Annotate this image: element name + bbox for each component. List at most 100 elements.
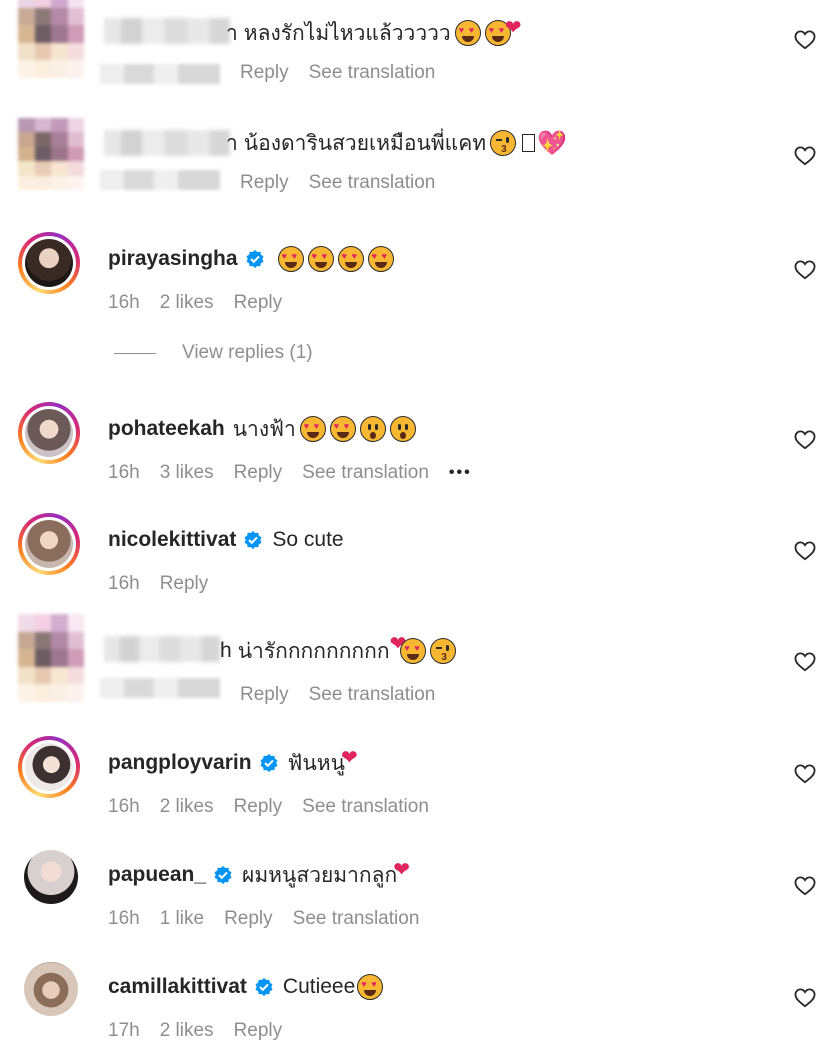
heart-eyes-emoji-icon: ♥ ♥ xyxy=(367,246,394,272)
comment-text: นางฟ้า xyxy=(232,417,296,441)
heart-outline-icon[interactable] xyxy=(794,260,816,280)
heart-outline-icon[interactable] xyxy=(794,541,816,561)
username-link[interactable]: camillakittivat xyxy=(108,975,247,999)
see-translation-link[interactable]: See translation xyxy=(293,908,420,930)
username-link[interactable]: pirayasingha xyxy=(108,247,238,271)
kiss-emoji-icon: 3 xyxy=(430,638,457,664)
reply-button[interactable]: Reply xyxy=(234,292,283,314)
comment-text-line: pangployvarin ฟันหนู ❤ xyxy=(108,746,358,778)
heart-outline-icon[interactable] xyxy=(794,146,816,166)
comment-text-line: h น่ารักกกกกกกกก ❤ ♥ ♥ 3 xyxy=(220,633,457,666)
comment-item: papuean_ ผมหนูสวยมากลูก ❤ 16h 1 like Rep… xyxy=(0,848,820,948)
heart-outline-icon[interactable] xyxy=(794,652,816,672)
heart-outline-icon[interactable] xyxy=(794,30,816,50)
comment-text: ฟันหนู xyxy=(287,751,345,775)
hushed-face-emoji-icon xyxy=(389,416,416,442)
likes-count[interactable]: 2 likes xyxy=(160,292,214,314)
reply-button[interactable]: Reply xyxy=(160,573,209,595)
see-translation-link[interactable]: See translation xyxy=(302,796,429,818)
see-translation-link[interactable]: See translation xyxy=(309,684,436,706)
likes-count[interactable]: 2 likes xyxy=(160,1020,214,1042)
comment-text: น้องดารินสวยเหมือนพี่แคท xyxy=(243,131,487,155)
username-suffix: า xyxy=(226,131,238,155)
reply-button[interactable]: Reply xyxy=(240,62,289,84)
username-link[interactable]: pangployvarin xyxy=(108,751,252,775)
comment-actions: 16h 2 likes Reply xyxy=(108,290,302,316)
comment-item: า น้องดารินสวยเหมือนพี่แคท 3 💖 Reply See… xyxy=(0,118,820,218)
avatar[interactable] xyxy=(24,850,78,904)
timestamp[interactable]: 16h xyxy=(108,908,140,930)
see-translation-link[interactable]: See translation xyxy=(309,62,436,84)
avatar[interactable] xyxy=(18,736,80,798)
reply-button[interactable]: Reply xyxy=(234,462,283,484)
divider-line xyxy=(114,352,156,354)
username-suffix: า xyxy=(226,21,238,45)
username-link[interactable]: papuean_ xyxy=(108,863,206,887)
likes-count[interactable]: 2 likes xyxy=(160,796,214,818)
comment-text-line: camillakittivat Cutieee ♥ ♥ xyxy=(108,972,384,1002)
likes-count[interactable]: 1 like xyxy=(160,908,204,930)
see-translation-link[interactable]: See translation xyxy=(309,172,436,194)
comment-actions: 16h 2 likes Reply See translation xyxy=(108,794,449,820)
timestamp[interactable]: 16h xyxy=(108,292,140,314)
reply-button[interactable]: Reply xyxy=(240,684,289,706)
timestamp[interactable]: 16h xyxy=(108,462,140,484)
red-heart-icon: ❤ xyxy=(340,746,358,769)
avatar[interactable] xyxy=(18,0,84,78)
heart-outline-icon[interactable] xyxy=(794,764,816,784)
verified-badge-icon xyxy=(214,866,232,884)
red-heart-icon: ❤ xyxy=(393,858,410,881)
comment-item: า หลงรักไม่ไหวแล้ววววว ♥ ♥ ♥ ♥ ❤ Reply See … xyxy=(0,0,820,100)
heart-eyes-emoji-icon: ♥ ♥ xyxy=(277,246,304,272)
comment-item: nicolekittivat So cute 16h Reply xyxy=(0,513,820,613)
reply-button[interactable]: Reply xyxy=(224,908,273,930)
likes-count[interactable]: 3 likes xyxy=(160,462,214,484)
heart-outline-icon[interactable] xyxy=(794,876,816,896)
heart-outline-icon[interactable] xyxy=(794,988,816,1008)
blurred-meta xyxy=(100,678,220,698)
heart-eyes-emoji-icon: ♥ ♥ xyxy=(357,974,384,1000)
comment-actions: 16h 3 likes Reply See translation ••• xyxy=(108,460,492,486)
see-translation-link[interactable]: See translation xyxy=(302,462,429,484)
username-link[interactable]: nicolekittivat xyxy=(108,528,236,552)
heart-eyes-emoji-icon: ♥ ♥ xyxy=(400,638,427,664)
reply-button[interactable]: Reply xyxy=(234,796,283,818)
comment-actions: 17h 2 likes Reply xyxy=(108,1018,302,1044)
username-link[interactable]: pohateekah xyxy=(108,417,225,441)
avatar[interactable] xyxy=(18,402,80,464)
comment-text: หลงรักไม่ไหวแล้ววววว xyxy=(243,21,451,45)
avatar[interactable] xyxy=(18,118,84,190)
comment-item: h น่ารักกกกกกกกก ❤ ♥ ♥ 3 Reply See transla… xyxy=(0,614,820,724)
blurred-username xyxy=(104,130,230,156)
comment-item: pangployvarin ฟันหนู ❤ 16h 2 likes Reply… xyxy=(0,736,820,836)
timestamp[interactable]: 16h xyxy=(108,796,140,818)
comment-actions: Reply See translation xyxy=(240,60,455,86)
comment-text-line: า หลงรักไม่ไหวแล้ววววว ♥ ♥ ♥ ♥ ❤ xyxy=(226,16,522,48)
comment-actions: Reply See translation xyxy=(240,170,455,196)
comment-text-line: pohateekah นางฟ้า ♥ ♥ ♥ ♥ xyxy=(108,414,416,444)
red-heart-icon: ❤ xyxy=(504,16,522,39)
avatar[interactable] xyxy=(18,614,84,702)
heart-eyes-emoji-icon: ♥ ♥ xyxy=(299,416,326,442)
comment-item: pohateekah นางฟ้า ♥ ♥ ♥ ♥ 16h 3 likes Repl… xyxy=(0,402,820,502)
verified-badge-icon xyxy=(244,531,262,549)
more-options-icon[interactable]: ••• xyxy=(449,464,472,482)
blurred-meta xyxy=(100,170,220,190)
comment-text: ผมหนูสวยมากลูก xyxy=(242,863,398,887)
kiss-emoji-icon: 3 xyxy=(490,130,517,156)
reply-button[interactable]: Reply xyxy=(234,1020,283,1042)
heart-outline-icon[interactable] xyxy=(794,430,816,450)
comment-text-line: า น้องดารินสวยเหมือนพี่แคท 3 💖 xyxy=(226,128,567,158)
heart-eyes-emoji-icon: ♥ ♥ xyxy=(329,416,356,442)
timestamp[interactable]: 17h xyxy=(108,1020,140,1042)
timestamp[interactable]: 16h xyxy=(108,573,140,595)
comment-text: So cute xyxy=(272,528,344,551)
avatar[interactable] xyxy=(18,232,80,294)
reply-button[interactable]: Reply xyxy=(240,172,289,194)
view-replies-button[interactable]: View replies (1) xyxy=(114,340,313,366)
avatar[interactable] xyxy=(24,962,78,1016)
comment-text: น่ารักกกกกกกกก xyxy=(237,639,390,663)
avatar[interactable] xyxy=(18,513,80,575)
heart-eyes-emoji-icon: ♥ ♥ xyxy=(307,246,334,272)
comment-actions: Reply See translation xyxy=(240,682,455,708)
